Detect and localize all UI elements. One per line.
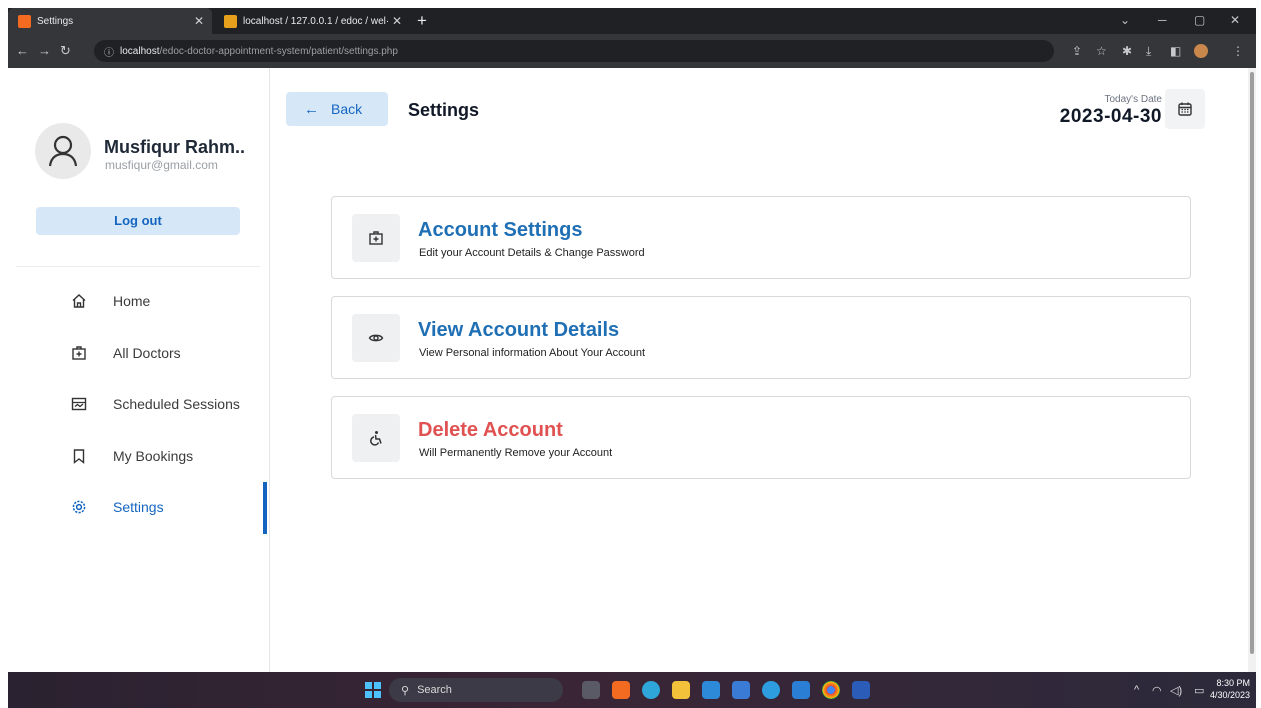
scrollbar-thumb[interactable]: [1250, 72, 1254, 654]
word-icon[interactable]: [852, 681, 870, 699]
menu-kebab-icon[interactable]: ⋮: [1232, 44, 1244, 58]
chevron-up-icon[interactable]: ^: [1134, 684, 1139, 696]
doctor-icon: [352, 214, 400, 262]
page-viewport: Musfiqur Rahm.. musfiqur@gmail.com Log o…: [8, 68, 1256, 672]
sidebar-item-my-bookings[interactable]: My Bookings: [68, 441, 263, 471]
back-arrow-icon[interactable]: ←: [16, 43, 29, 58]
sidebar-item-label: All Doctors: [113, 345, 181, 361]
new-tab-button[interactable]: +: [417, 11, 427, 31]
search-label: Search: [417, 684, 452, 696]
page-title: Settings: [408, 100, 480, 120]
sessions-icon: [68, 393, 90, 415]
sidebar: Musfiqur Rahm.. musfiqur@gmail.com Log o…: [8, 68, 270, 672]
tab-settings[interactable]: Settings ✕: [8, 8, 212, 34]
user-icon: [48, 135, 78, 167]
logout-button[interactable]: Log out: [36, 207, 240, 235]
side-panel-icon[interactable]: ◧: [1170, 44, 1181, 58]
close-icon[interactable]: ✕: [194, 14, 204, 28]
sidebar-divider: [16, 266, 260, 267]
sidebar-item-label: Home: [113, 293, 151, 309]
gear-icon: [68, 496, 90, 518]
calendar-button[interactable]: [1165, 89, 1205, 129]
delete-account-card[interactable]: Delete Account Will Permanently Remove y…: [331, 396, 1191, 479]
date-label: Today's Date: [1104, 94, 1163, 105]
url-host: localhost: [120, 45, 160, 57]
tab-title: Settings: [37, 15, 74, 27]
card-title: Account Settings: [418, 219, 583, 241]
extensions-icon[interactable]: ✱: [1122, 44, 1132, 58]
taskbar-search-input[interactable]: ⚲ Search: [389, 678, 563, 702]
reload-icon[interactable]: ↻: [60, 43, 71, 59]
chrome-icon[interactable]: [822, 681, 840, 699]
sidebar-item-scheduled-sessions[interactable]: Scheduled Sessions: [68, 389, 263, 419]
profile-email: musfiqur@gmail.com: [105, 158, 218, 172]
messenger-icon[interactable]: [762, 681, 780, 699]
sidebar-item-home[interactable]: Home: [68, 286, 263, 316]
volume-icon[interactable]: ◁): [1170, 684, 1182, 697]
card-title: View Account Details: [418, 319, 620, 341]
screen: Settings ✕ localhost / 127.0.0.1 / edoc …: [0, 0, 1261, 708]
account-settings-card[interactable]: Account Settings Edit your Account Detai…: [331, 196, 1191, 279]
taskbar: ⚲ Search ^ ◠ ◁) ▭ 8:30 PM 4/30/2023: [8, 672, 1256, 708]
site-info-icon[interactable]: ⓘ: [104, 44, 114, 59]
date-value: 2023-04-30: [1059, 106, 1162, 127]
wifi-icon[interactable]: ◠: [1152, 684, 1162, 697]
active-indicator: [263, 482, 267, 534]
search-icon: ⚲: [401, 684, 410, 697]
forward-arrow-icon[interactable]: →: [38, 43, 51, 58]
card-subtitle: Edit your Account Details & Change Passw…: [419, 247, 645, 259]
phpmyadmin-icon: [224, 14, 237, 28]
taskbar-clock[interactable]: 8:30 PM 4/30/2023: [1210, 677, 1250, 701]
back-arrow-icon: ←: [304, 100, 319, 118]
window-close-icon[interactable]: ✕: [1230, 13, 1240, 27]
accessibility-icon: [352, 414, 400, 462]
card-subtitle: Will Permanently Remove your Account: [419, 447, 613, 459]
battery-icon[interactable]: ▭: [1194, 684, 1204, 697]
home-icon: [68, 290, 90, 312]
share-icon[interactable]: ⇪: [1072, 44, 1082, 58]
clock-date: 4/30/2023: [1209, 690, 1250, 700]
task-view-icon[interactable]: [582, 681, 600, 699]
minimize-icon[interactable]: ─: [1158, 13, 1167, 27]
download-icon[interactable]: ⤓: [1146, 44, 1151, 59]
sidebar-item-label: My Bookings: [113, 448, 194, 464]
clock-time: 8:30 PM: [1216, 678, 1250, 688]
sidebar-item-label: Settings: [113, 499, 164, 515]
profile-name: Musfiqur Rahm..: [104, 137, 246, 157]
profile-avatar[interactable]: [1194, 44, 1208, 58]
back-button[interactable]: ← Back: [286, 92, 388, 126]
sidebar-item-label: Scheduled Sessions: [113, 396, 240, 412]
xampp-app-icon: [18, 14, 31, 28]
calendar-icon: [1178, 102, 1192, 116]
bookmark-icon: [68, 445, 90, 467]
tab-title: localhost / 127.0.0.1 / edoc / wel·: [243, 15, 390, 27]
doctor-icon: [68, 342, 90, 364]
tab-search-icon[interactable]: ⌄: [1120, 13, 1130, 27]
page-scrollbar[interactable]: [1248, 68, 1256, 672]
eye-icon: [352, 314, 400, 362]
back-label: Back: [331, 101, 363, 117]
sidebar-item-all-doctors[interactable]: All Doctors: [68, 338, 263, 368]
url-input[interactable]: ⓘ localhost /edoc-doctor-appointment-sys…: [94, 40, 1054, 62]
avatar: [35, 123, 91, 179]
browser-address-bar: ← → ↻ ⓘ localhost /edoc-doctor-appointme…: [8, 34, 1256, 68]
file-explorer-icon[interactable]: [672, 681, 690, 699]
store-icon[interactable]: [732, 681, 750, 699]
sidebar-item-settings[interactable]: Settings: [68, 492, 263, 522]
card-subtitle: View Personal information About Your Acc…: [419, 347, 646, 359]
vscode-icon[interactable]: [792, 681, 810, 699]
mail-icon[interactable]: [702, 681, 720, 699]
close-icon[interactable]: ✕: [392, 14, 402, 28]
card-title: Delete Account: [418, 419, 563, 441]
windows-start-icon[interactable]: [365, 682, 381, 698]
maximize-icon[interactable]: ▢: [1194, 13, 1205, 27]
browser-tab-bar: Settings ✕ localhost / 127.0.0.1 / edoc …: [8, 8, 1256, 34]
tab-phpmyadmin[interactable]: localhost / 127.0.0.1 / edoc / wel· ✕: [214, 8, 410, 34]
star-icon[interactable]: ☆: [1096, 44, 1107, 58]
xampp-icon[interactable]: [612, 681, 630, 699]
view-account-details-card[interactable]: View Account Details View Personal infor…: [331, 296, 1191, 379]
url-path: /edoc-doctor-appointment-system/patient/…: [159, 45, 398, 57]
edge-icon[interactable]: [642, 681, 660, 699]
